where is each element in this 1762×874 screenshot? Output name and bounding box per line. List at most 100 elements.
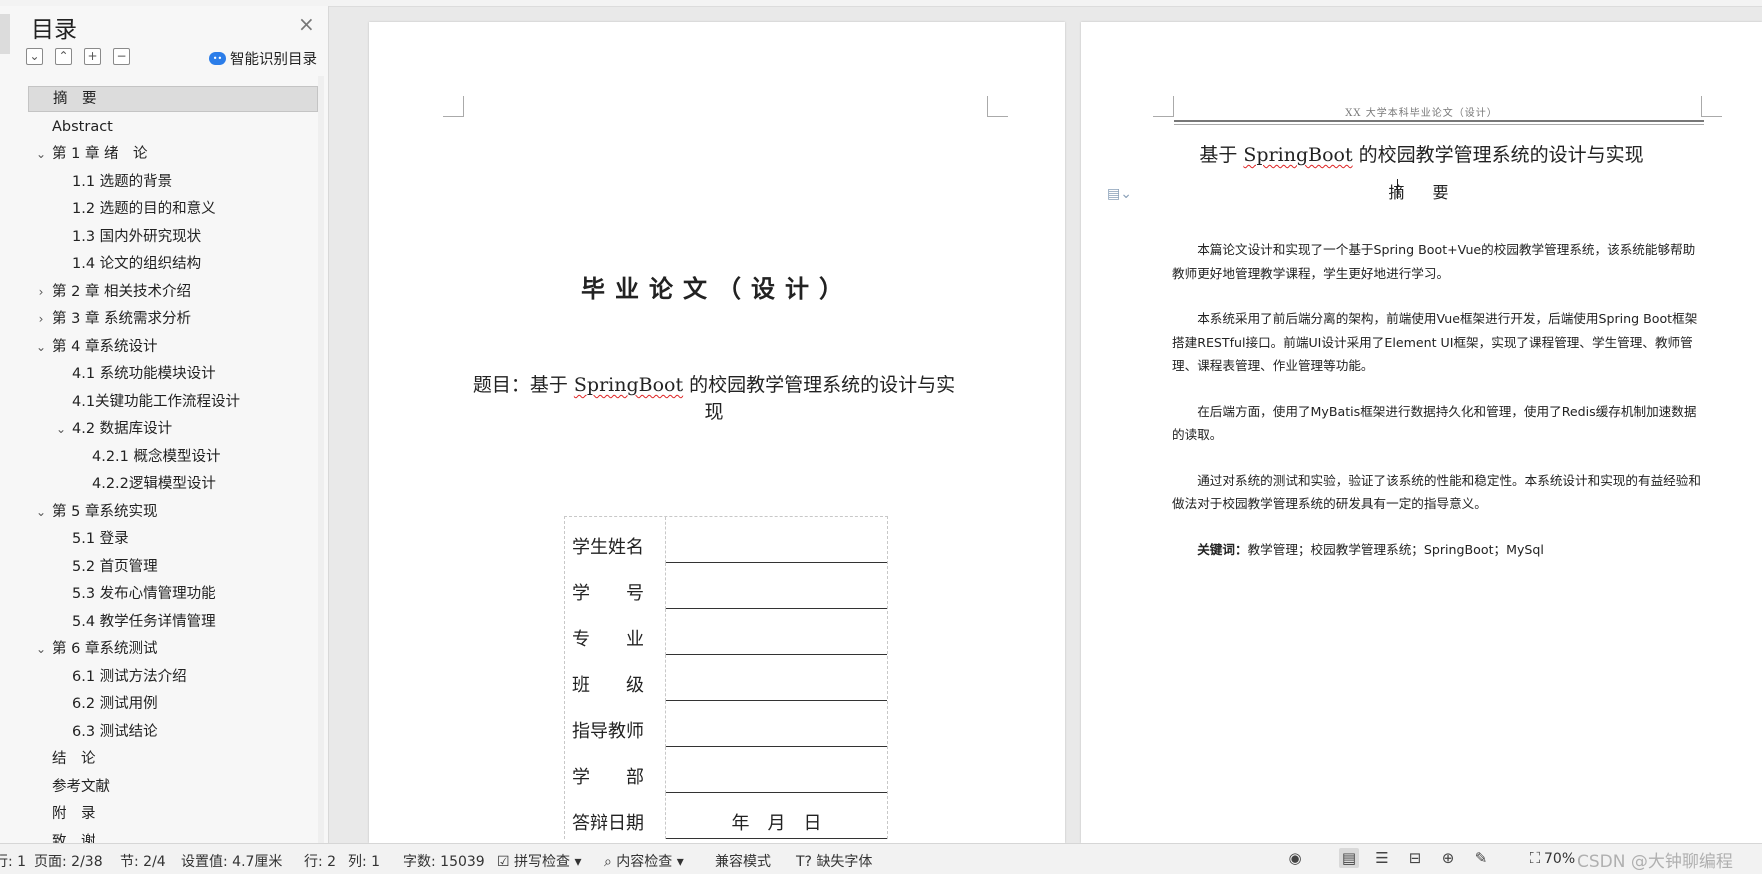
remove-heading-icon[interactable]: − [113, 48, 130, 65]
abstract-body[interactable]: 本篇论文设计和实现了一个基于Spring Boot+Vue的校园教学管理系统，该… [1172, 238, 1704, 583]
toc-item[interactable]: 5.3 发布心情管理功能 [28, 581, 318, 609]
line-indicator[interactable]: 行: 2 [304, 851, 336, 871]
toc-item[interactable]: 4.1关键功能工作流程设计 [28, 389, 318, 417]
toc-item[interactable]: 摘 要 [28, 86, 318, 112]
toc-item[interactable]: 附 录 [28, 801, 318, 829]
abstract-page: XX 大学本科毕业论文（设计） ▤⌄ 基于 SpringBoot 的校园教学管理… [1081, 22, 1762, 843]
text-cursor [1397, 179, 1398, 199]
pen-icon[interactable]: ✎ [1471, 848, 1491, 868]
chevron-right-icon[interactable]: › [34, 306, 48, 334]
missing-fonts-button[interactable]: T? 缺失字体 [796, 851, 872, 871]
margin-corner-left [443, 96, 464, 117]
abstract-page-title[interactable]: 基于 SpringBoot 的校园教学管理系统的设计与实现 [1081, 140, 1762, 167]
toc-item[interactable]: ⌄ 第 1 章 绪 论 [28, 141, 318, 169]
page-indicator[interactable]: 页面: 2/38 [34, 851, 103, 871]
spell-check-icon: ☑ [497, 854, 510, 870]
info-row: 学 号 [565, 563, 887, 609]
toc-item-label: 5.2 首页管理 [72, 558, 158, 575]
info-label-cell: 指导教师 [565, 701, 666, 747]
info-row: 指导教师 [565, 701, 887, 747]
page-view-icon[interactable]: ▤ [1339, 848, 1359, 868]
toc-item[interactable]: 6.3 测试结论 [28, 719, 318, 747]
cover-page: 毕业论文（设计） 题目：基于 SpringBoot 的校园教学管理系统的设计与实… [369, 22, 1065, 843]
font-icon: T? [796, 854, 812, 870]
chevron-right-icon[interactable]: › [34, 279, 48, 307]
toc-item[interactable]: 6.1 测试方法介绍 [28, 664, 318, 692]
info-row: 答辩日期 年 月 日 [565, 793, 887, 839]
status-bar: 行: 1 页面: 2/38 节: 2/4 设置值: 4.7厘米 行: 2 列: … [0, 843, 1762, 874]
word-count[interactable]: 字数: 15039 [403, 851, 485, 871]
info-value-field[interactable] [666, 609, 887, 655]
row-indicator-partial: 行: 1 [0, 854, 27, 870]
fit-page-icon[interactable]: ⛶ [1525, 848, 1545, 868]
chevron-down-icon[interactable]: ⌄ [34, 334, 48, 362]
toc-item[interactable]: 6.2 测试用例 [28, 691, 318, 719]
chevron-down-icon[interactable]: ⌄ [54, 416, 68, 444]
ai-icon: •• [209, 52, 226, 65]
info-value-field[interactable] [666, 563, 887, 609]
abstract-paragraph: 在后端方面，使用了MyBatis框架进行数据持久化和管理，使用了Redis缓存机… [1172, 403, 1697, 443]
close-icon[interactable]: × [298, 12, 315, 36]
toc-item-label: 结 论 [52, 751, 96, 767]
toc-item-label: 1.2 选题的目的和意义 [72, 201, 216, 217]
chevron-down-icon[interactable]: ⌄ [34, 499, 48, 527]
setting-indicator[interactable]: 设置值: 4.7厘米 [181, 851, 282, 871]
toc-item[interactable]: 5.1 登录 [28, 526, 318, 554]
student-info-table: 学生姓名学 号专 业班 级指导教师学 部答辩日期 年 月 日 [564, 516, 888, 839]
eye-protection-icon[interactable]: ◉ [1285, 848, 1305, 868]
chevron-down-icon[interactable]: ⌄ [34, 636, 48, 664]
toc-item[interactable]: 参考文献 [28, 774, 318, 802]
reading-view-icon[interactable]: ⊟ [1405, 848, 1425, 868]
toc-item[interactable]: 4.2.2逻辑模型设计 [28, 471, 318, 499]
content-check-button[interactable]: ⌕ 内容检查 ▾ [604, 851, 684, 871]
info-label: 专 业 [572, 629, 644, 650]
toc-item[interactable]: ⌄ 4.2 数据库设计 [28, 416, 318, 444]
toc-item[interactable]: 1.1 选题的背景 [28, 169, 318, 197]
abstract-paragraph: 本篇论文设计和实现了一个基于Spring Boot+Vue的校园教学管理系统，该… [1172, 242, 1696, 281]
info-value-field[interactable] [666, 655, 887, 701]
info-value-field[interactable]: 年 月 日 [666, 793, 887, 839]
toc-item[interactable]: › 第 2 章 相关技术介绍 [28, 279, 318, 307]
toc-item[interactable]: 1.3 国内外研究现状 [28, 224, 318, 252]
section-indicator[interactable]: 节: 2/4 [120, 851, 166, 871]
collapse-all-icon[interactable]: ⌄ [26, 48, 43, 65]
sidebar-scrollbar[interactable] [318, 76, 324, 846]
toc-item[interactable]: 4.1 系统功能模块设计 [28, 361, 318, 389]
thesis-topic[interactable]: 题目：基于 SpringBoot 的校园教学管理系统的设计与实现 [469, 372, 959, 426]
outline-view-icon[interactable]: ☰ [1372, 848, 1392, 868]
toc-item[interactable]: 5.4 教学任务详情管理 [28, 609, 318, 637]
info-value-field[interactable] [666, 701, 887, 747]
toc-item[interactable]: ⌄ 第 6 章系统测试 [28, 636, 318, 664]
web-view-icon[interactable]: ⊕ [1438, 848, 1458, 868]
smart-toc-button[interactable]: •• 智能识别目录 [209, 48, 317, 69]
info-label: 答辩日期 [572, 813, 644, 834]
toc-item[interactable]: 1.4 论文的组织结构 [28, 251, 318, 279]
sidebar-grip[interactable] [0, 14, 10, 54]
toc-item[interactable]: ⌄ 第 4 章系统设计 [28, 334, 318, 362]
view-mode-group: ◉ ▤ ☰ ⊟ ⊕ ✎ ⛶ [1285, 848, 1545, 868]
compat-mode-button[interactable]: 兼容模式 [715, 851, 771, 871]
toc-item-label: 6.1 测试方法介绍 [72, 668, 187, 685]
toc-item-label: 4.1关键功能工作流程设计 [72, 393, 241, 410]
toc-item[interactable]: 结 论 [28, 746, 318, 774]
abstract-heading[interactable]: 摘 要 [1081, 179, 1762, 203]
toc-item[interactable]: 4.2.1 概念模型设计 [28, 444, 318, 472]
chevron-down-icon[interactable]: ⌄ [34, 141, 48, 169]
column-indicator[interactable]: 列: 1 [348, 851, 380, 871]
toc-item-label: 参考文献 [52, 778, 110, 795]
info-value-field[interactable] [666, 747, 887, 793]
zoom-level[interactable]: 70% [1544, 851, 1575, 867]
toc-item[interactable]: 1.2 选题的目的和意义 [28, 196, 318, 224]
add-heading-icon[interactable]: + [84, 48, 101, 65]
toc-item[interactable]: ⌄ 第 5 章系统实现 [28, 499, 318, 527]
topic-springboot: SpringBoot [573, 374, 684, 396]
toc-item-label: 第 2 章 相关技术介绍 [52, 283, 192, 300]
toc-item[interactable]: › 第 3 章 系统需求分析 [28, 306, 318, 334]
toc-item[interactable]: Abstract [28, 114, 318, 142]
info-value-field[interactable] [666, 517, 887, 563]
info-row: 专 业 [565, 609, 887, 655]
spell-check-button[interactable]: ☑ 拼写检查 ▾ [497, 851, 582, 871]
expand-up-icon[interactable]: ⌃ [55, 48, 72, 65]
toc-item[interactable]: 5.2 首页管理 [28, 554, 318, 582]
info-label-cell: 专 业 [565, 609, 666, 655]
